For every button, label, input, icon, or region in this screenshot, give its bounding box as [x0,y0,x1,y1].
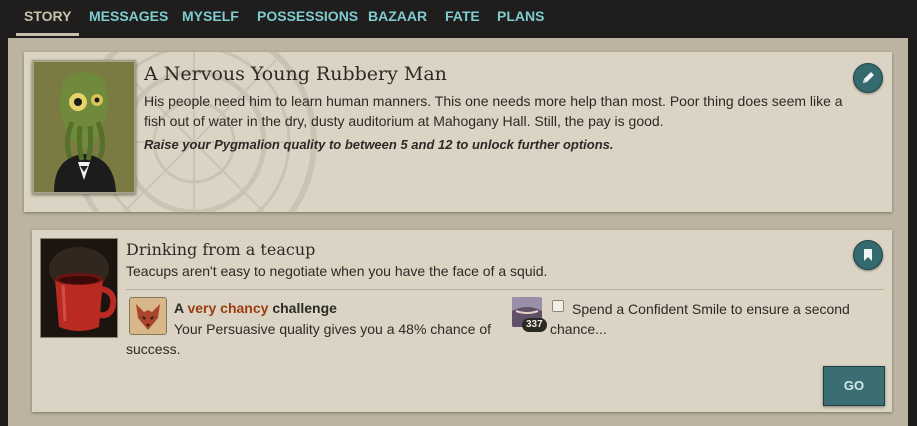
teacup-image [40,238,118,338]
challenge-text: Your Persuasive quality gives you a 48% … [126,321,492,357]
challenge-suffix: challenge [272,300,337,316]
challenge-difficulty: very chancy [187,300,269,316]
bookmark-button[interactable] [853,240,883,270]
storylet-portrait [32,60,136,194]
storylet-description: His people need him to learn human manne… [144,93,843,129]
tab-plans[interactable]: PLANS [497,0,544,34]
tab-fate[interactable]: FATE [445,0,480,34]
branch-description: Teacups aren't easy to negotiate when yo… [126,263,548,279]
confident-smile-count: 337 [522,318,547,332]
tab-story[interactable]: STORY [16,0,80,36]
tab-messages[interactable]: MESSAGES [89,0,168,34]
challenge-title: A very chancy challenge [174,300,337,316]
storylet-title: A Nervous Young Rubbery Man [144,63,447,85]
edit-button[interactable] [853,63,883,93]
second-chance-text: Spend a Confident Smile to ensure a seco… [550,301,850,337]
branch-divider [126,289,884,290]
storylet-requirement: Raise your Pygmalion quality to between … [144,137,614,152]
tab-possessions[interactable]: POSSESSIONS [257,0,358,34]
tab-bazaar[interactable]: BAZAAR [368,0,427,34]
branch-title: Drinking from a teacup [126,240,316,259]
bookmark-icon [864,249,872,261]
tab-myself[interactable]: MYSELF [182,0,239,34]
pencil-icon [863,72,874,83]
challenge-prefix: A [174,300,184,316]
go-button[interactable]: GO [823,366,885,406]
second-chance-checkbox[interactable] [552,300,564,312]
top-navigation-bar: STORY MESSAGES MYSELF POSSESSIONS BAZAAR… [0,0,917,36]
